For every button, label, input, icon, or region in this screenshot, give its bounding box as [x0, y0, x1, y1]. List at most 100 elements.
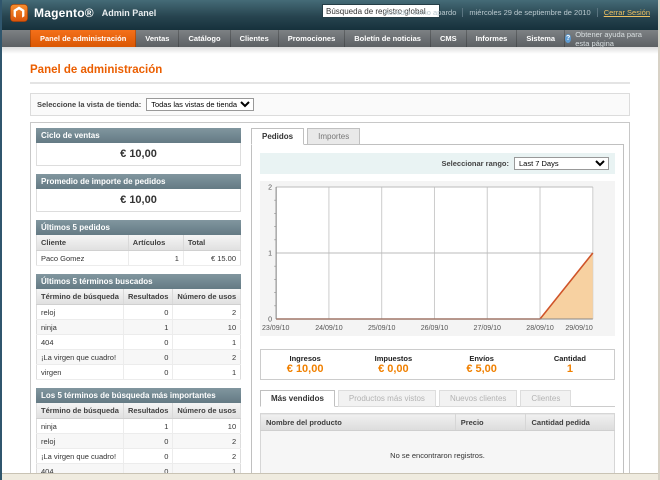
- column-header: Cliente: [37, 235, 129, 251]
- table-cell: 0: [123, 305, 172, 320]
- svg-text:29/09/10: 29/09/10: [565, 325, 593, 332]
- column-header: Número de usos: [173, 403, 241, 419]
- store-switcher: Seleccione la vista de tienda: Todas las…: [30, 93, 630, 116]
- brand-name: Magento®: [34, 6, 94, 20]
- lifetime-sales-value: € 10,00: [36, 143, 241, 166]
- table-cell: 1: [173, 365, 241, 380]
- orders-area-chart: 23/09/1024/09/1025/09/1026/09/1027/09/10…: [260, 181, 615, 336]
- nav-item-customers[interactable]: Clientes: [231, 30, 279, 47]
- window-bottom-frame: [2, 473, 658, 480]
- average-orders-widget: Promedio de importe de pedidos € 10,00: [36, 174, 241, 212]
- range-select[interactable]: Last 7 Days: [514, 157, 609, 170]
- nav-item-promotions[interactable]: Promociones: [279, 30, 346, 47]
- help-link[interactable]: ? Obtener ayuda para esta página: [565, 30, 658, 47]
- table-cell: Paco Gomez: [37, 251, 129, 266]
- table-cell: reloj: [37, 434, 124, 449]
- magento-brand: Magento® Admin Panel: [10, 4, 156, 22]
- empty-message: No se encontraron registros.: [261, 431, 615, 476]
- table-cell: virgen: [37, 365, 124, 380]
- tab-orders[interactable]: Pedidos: [251, 128, 304, 145]
- widget-title: Últimos 5 términos buscados: [36, 274, 241, 289]
- column-header: Término de búsqueda: [37, 403, 124, 419]
- table-row: ¡La virgen que cuadro!02: [37, 449, 241, 464]
- table-row: ¡La virgen que cuadro!02: [37, 350, 241, 365]
- main-nav: Panel de administración Ventas Catálogo …: [2, 30, 658, 47]
- page-title: Panel de administración: [30, 64, 162, 76]
- total-shipping: Envíos € 5,00: [438, 354, 526, 375]
- table-cell: 0: [123, 335, 172, 350]
- column-header: Nombre del producto: [261, 414, 456, 431]
- nav-item-cms[interactable]: CMS: [431, 30, 467, 47]
- total-tax: Impuestos € 0,00: [349, 354, 437, 375]
- widget-title: Últimos 5 pedidos: [36, 220, 241, 235]
- svg-text:27/09/10: 27/09/10: [474, 325, 502, 332]
- tab-bestsellers[interactable]: Más vendidos: [260, 390, 335, 407]
- table-cell: 1: [123, 419, 172, 434]
- last-search-terms-table: Término de búsqueda Resultados Número de…: [36, 289, 241, 380]
- svg-text:26/09/10: 26/09/10: [421, 325, 449, 332]
- tab-customers[interactable]: Clientes: [520, 390, 571, 407]
- table-cell: 404: [37, 335, 124, 350]
- svg-text:1: 1: [268, 251, 272, 258]
- table-cell: 10: [173, 320, 241, 335]
- total-quantity: Cantidad 1: [526, 354, 614, 375]
- store-view-select[interactable]: Todas las vistas de tienda: [146, 98, 254, 111]
- table-cell: ¡La virgen que cuadro!: [37, 449, 124, 464]
- chart-panel: Seleccionar rango: Last 7 Days 23/09/102…: [251, 144, 624, 475]
- page-head: Panel de administración: [30, 60, 630, 84]
- nav-item-reports[interactable]: Informes: [467, 30, 518, 47]
- widget-title: Ciclo de ventas: [36, 128, 241, 143]
- table-cell: ninja: [37, 419, 124, 434]
- column-header: Cantidad pedida: [526, 414, 615, 431]
- table-row: ninja110: [37, 419, 241, 434]
- table-cell: 0: [123, 449, 172, 464]
- top-search-terms-widget: Los 5 términos de búsqueda más important…: [36, 388, 241, 475]
- nav-item-sales[interactable]: Ventas: [136, 30, 179, 47]
- column-header: Resultados: [123, 289, 172, 305]
- bestsellers-grid: Nombre del producto Precio Cantidad pedi…: [260, 413, 615, 475]
- table-row: ninja110: [37, 320, 241, 335]
- table-cell: reloj: [37, 305, 124, 320]
- column-header: Número de usos: [173, 289, 241, 305]
- chart-tabs: Pedidos Importes: [251, 128, 624, 144]
- tab-most-viewed[interactable]: Productos más vistos: [338, 390, 436, 407]
- session-info: Accedió como apardo miércoles 29 de sept…: [384, 8, 650, 17]
- column-header: Artículos: [128, 235, 183, 251]
- separator: [597, 8, 598, 17]
- last-orders-table: Cliente Artículos Total Paco Gomez1€ 15.…: [36, 235, 241, 266]
- nav-item-catalog[interactable]: Catálogo: [179, 30, 230, 47]
- table-row: virgen01: [37, 365, 241, 380]
- table-row: reloj02: [37, 305, 241, 320]
- grid-tabs: Más vendidos Productos más vistos Nuevos…: [260, 390, 615, 407]
- column-header: Término de búsqueda: [37, 289, 124, 305]
- logout-link[interactable]: Cerrar Sesión: [604, 8, 650, 17]
- table-row: 40401: [37, 335, 241, 350]
- totals-bar: Ingresos € 10,00 Impuestos € 0,00 Envíos…: [260, 349, 615, 380]
- column-header: Resultados: [123, 403, 172, 419]
- table-cell: 0: [123, 434, 172, 449]
- svg-text:2: 2: [268, 185, 272, 192]
- widget-title: Los 5 términos de búsqueda más important…: [36, 388, 241, 403]
- table-row: reloj02: [37, 434, 241, 449]
- range-bar: Seleccionar rango: Last 7 Days: [260, 153, 615, 174]
- table-cell: 0: [123, 350, 172, 365]
- tab-new-customers[interactable]: Nuevos clientes: [439, 390, 517, 407]
- table-cell: 1: [123, 320, 172, 335]
- table-cell: 10: [173, 419, 241, 434]
- column-header: Precio: [455, 414, 526, 431]
- top-search-terms-table: Término de búsqueda Resultados Número de…: [36, 403, 241, 475]
- nav-item-system[interactable]: Sistema: [517, 30, 565, 47]
- table-cell: ninja: [37, 320, 124, 335]
- svg-text:24/09/10: 24/09/10: [315, 325, 343, 332]
- nav-item-dashboard[interactable]: Panel de administración: [30, 30, 136, 47]
- nav-item-newsletter[interactable]: Boletín de noticias: [345, 30, 431, 47]
- svg-text:28/09/10: 28/09/10: [526, 325, 554, 332]
- tab-amounts[interactable]: Importes: [307, 128, 360, 145]
- help-icon: ?: [565, 34, 571, 43]
- column-header: Total: [183, 235, 240, 251]
- table-cell: 2: [173, 350, 241, 365]
- last-search-terms-widget: Últimos 5 términos buscados Término de b…: [36, 274, 241, 380]
- dashboard-container: Ciclo de ventas € 10,00 Promedio de impo…: [30, 122, 630, 475]
- table-cell: 0: [123, 365, 172, 380]
- brand-product: Admin Panel: [102, 8, 157, 18]
